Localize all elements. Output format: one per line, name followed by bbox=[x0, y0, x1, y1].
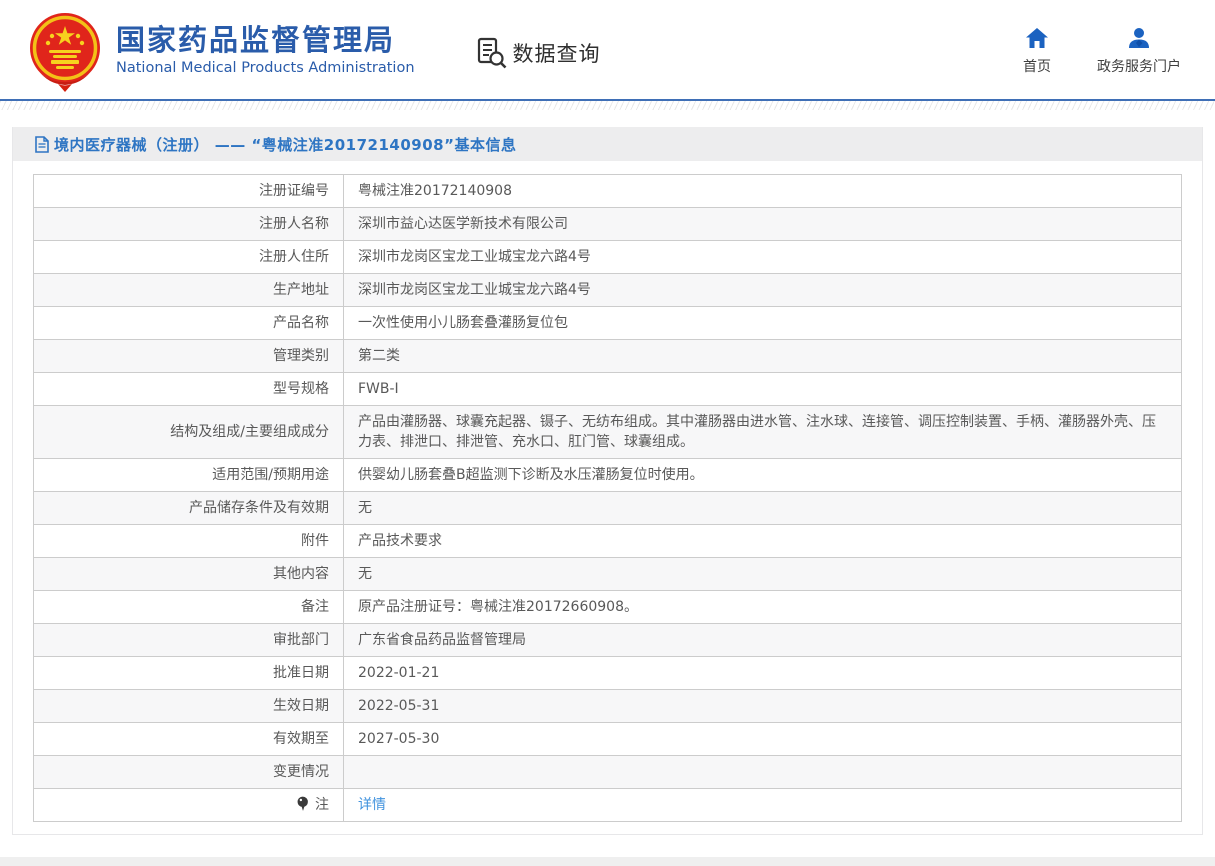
user-icon bbox=[1128, 27, 1150, 49]
table-row: 管理类别第二类 bbox=[34, 340, 1182, 373]
document-icon bbox=[35, 136, 49, 153]
nav-item-portal[interactable]: 政务服务门户 bbox=[1097, 27, 1181, 76]
header-nav: 首页 政务服务门户 bbox=[1023, 27, 1181, 76]
table-row: 适用范围/预期用途供婴幼儿肠套叠B超监测下诊断及水压灌肠复位时使用。 bbox=[34, 459, 1182, 492]
row-label: 变更情况 bbox=[34, 756, 344, 789]
row-value: 第二类 bbox=[344, 340, 1182, 373]
row-value bbox=[344, 756, 1182, 789]
page-title: 境内医疗器械（注册） —— “粤械注准20172140908”基本信息 bbox=[54, 134, 516, 155]
data-query-label: 数据查询 bbox=[513, 38, 601, 68]
row-label: 其他内容 bbox=[34, 558, 344, 591]
row-value: 粤械注准20172140908 bbox=[344, 175, 1182, 208]
row-value: FWB-Ⅰ bbox=[344, 373, 1182, 406]
row-value: 2022-05-31 bbox=[344, 690, 1182, 723]
table-row: 产品储存条件及有效期无 bbox=[34, 492, 1182, 525]
table-row: 批准日期2022-01-21 bbox=[34, 657, 1182, 690]
row-value: 深圳市益心达医学新技术有限公司 bbox=[344, 208, 1182, 241]
row-value: 产品技术要求 bbox=[344, 525, 1182, 558]
table-row: 其他内容无 bbox=[34, 558, 1182, 591]
org-name-en: National Medical Products Administration bbox=[116, 60, 415, 76]
table-row: 生效日期2022-05-31 bbox=[34, 690, 1182, 723]
table-wrap: 注册证编号粤械注准20172140908注册人名称深圳市益心达医学新技术有限公司… bbox=[13, 161, 1202, 834]
national-emblem-logo bbox=[28, 12, 102, 92]
info-table-body: 注册证编号粤械注准20172140908注册人名称深圳市益心达医学新技术有限公司… bbox=[34, 175, 1182, 822]
table-row: 注册人住所深圳市龙岗区宝龙工业城宝龙六路4号 bbox=[34, 241, 1182, 274]
row-label: 注册人住所 bbox=[34, 241, 344, 274]
row-value: 深圳市龙岗区宝龙工业城宝龙六路4号 bbox=[344, 274, 1182, 307]
row-label: 注册证编号 bbox=[34, 175, 344, 208]
table-row: 有效期至2027-05-30 bbox=[34, 723, 1182, 756]
note-icon bbox=[297, 796, 309, 811]
page-titlebar: 境内医疗器械（注册） —— “粤械注准20172140908”基本信息 bbox=[13, 127, 1202, 161]
nav-home-label: 首页 bbox=[1023, 56, 1051, 76]
detail-link[interactable]: 详情 bbox=[358, 797, 386, 813]
table-row: 生产地址深圳市龙岗区宝龙工业城宝龙六路4号 bbox=[34, 274, 1182, 307]
nav-portal-label: 政务服务门户 bbox=[1097, 56, 1181, 76]
row-label: 产品名称 bbox=[34, 307, 344, 340]
nav-item-home[interactable]: 首页 bbox=[1023, 27, 1051, 76]
row-value: 2022-01-21 bbox=[344, 657, 1182, 690]
row-label: 注册人名称 bbox=[34, 208, 344, 241]
row-label: 管理类别 bbox=[34, 340, 344, 373]
org-name-zh: 国家药品监督管理局 bbox=[116, 23, 415, 57]
row-label: 产品储存条件及有效期 bbox=[34, 492, 344, 525]
row-value: 无 bbox=[344, 492, 1182, 525]
row-label: 备注 bbox=[34, 591, 344, 624]
brand-block: 国家药品监督管理局 National Medical Products Admi… bbox=[116, 23, 415, 76]
table-row: 注册人名称深圳市益心达医学新技术有限公司 bbox=[34, 208, 1182, 241]
row-label: 型号规格 bbox=[34, 373, 344, 406]
content-panel: 境内医疗器械（注册） —— “粤械注准20172140908”基本信息 注册证编… bbox=[12, 127, 1203, 835]
row-label: 审批部门 bbox=[34, 624, 344, 657]
row-label: 生产地址 bbox=[34, 274, 344, 307]
row-value: 一次性使用小儿肠套叠灌肠复位包 bbox=[344, 307, 1182, 340]
footer-band bbox=[0, 857, 1215, 866]
row-value: 2027-05-30 bbox=[344, 723, 1182, 756]
table-row: 注册证编号粤械注准20172140908 bbox=[34, 175, 1182, 208]
row-label: 结构及组成/主要组成成分 bbox=[34, 406, 344, 459]
table-row: 产品名称一次性使用小儿肠套叠灌肠复位包 bbox=[34, 307, 1182, 340]
row-value: 供婴幼儿肠套叠B超监测下诊断及水压灌肠复位时使用。 bbox=[344, 459, 1182, 492]
row-value: 产品由灌肠器、球囊充起器、镊子、无纺布组成。其中灌肠器由进水管、注水球、连接管、… bbox=[344, 406, 1182, 459]
table-row: 审批部门广东省食品药品监督管理局 bbox=[34, 624, 1182, 657]
site-header: 国家药品监督管理局 National Medical Products Admi… bbox=[0, 0, 1215, 99]
row-label: 附件 bbox=[34, 525, 344, 558]
info-table: 注册证编号粤械注准20172140908注册人名称深圳市益心达医学新技术有限公司… bbox=[33, 174, 1182, 822]
table-row: 结构及组成/主要组成成分产品由灌肠器、球囊充起器、镊子、无纺布组成。其中灌肠器由… bbox=[34, 406, 1182, 459]
hatch-band bbox=[0, 101, 1215, 110]
row-value: 详情 bbox=[344, 789, 1182, 822]
row-value: 无 bbox=[344, 558, 1182, 591]
table-row: 附件产品技术要求 bbox=[34, 525, 1182, 558]
row-value: 原产品注册证号：粤械注准20172660908。 bbox=[344, 591, 1182, 624]
home-icon bbox=[1026, 27, 1048, 49]
row-label: 适用范围/预期用途 bbox=[34, 459, 344, 492]
data-query-entry[interactable]: 数据查询 bbox=[477, 37, 601, 69]
row-value: 深圳市龙岗区宝龙工业城宝龙六路4号 bbox=[344, 241, 1182, 274]
row-label: 批准日期 bbox=[34, 657, 344, 690]
table-row: 型号规格FWB-Ⅰ bbox=[34, 373, 1182, 406]
table-row: 注详情 bbox=[34, 789, 1182, 822]
row-label: 注 bbox=[34, 789, 344, 822]
table-row: 备注原产品注册证号：粤械注准20172660908。 bbox=[34, 591, 1182, 624]
data-query-icon bbox=[477, 37, 507, 69]
row-label: 有效期至 bbox=[34, 723, 344, 756]
table-row: 变更情况 bbox=[34, 756, 1182, 789]
row-value: 广东省食品药品监督管理局 bbox=[344, 624, 1182, 657]
row-label: 生效日期 bbox=[34, 690, 344, 723]
